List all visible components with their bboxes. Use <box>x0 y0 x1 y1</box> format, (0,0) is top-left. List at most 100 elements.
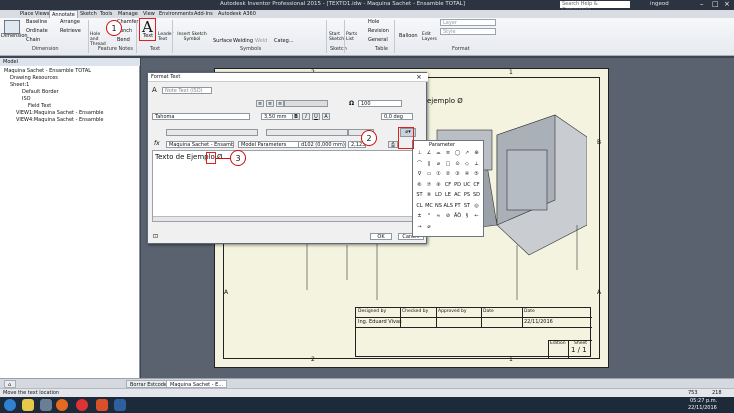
layer-dropdown[interactable]: Layer <box>440 19 496 26</box>
dimension-button[interactable]: Dimension <box>1 33 28 39</box>
hole-thread-button[interactable]: Hole and Thread <box>90 32 108 47</box>
inventor-icon[interactable] <box>96 399 108 411</box>
symbol-cell[interactable]: ④ <box>463 170 472 179</box>
scale-field[interactable]: 100 <box>358 100 402 107</box>
symbol-cell[interactable]: ALS <box>444 202 453 211</box>
dialog-close-icon[interactable]: × <box>416 73 422 81</box>
general-table-button[interactable]: General <box>368 37 388 43</box>
symbol-cell[interactable]: LD <box>434 191 443 200</box>
tree-item[interactable]: VIEW1:Maquina Sachet - Ensamble <box>16 110 103 116</box>
bold-button[interactable]: B <box>292 113 300 120</box>
symbol-cell[interactable]: AC <box>453 191 462 200</box>
symbol-cell[interactable]: ⟂ <box>472 160 481 169</box>
chain-button[interactable]: Chain <box>26 37 40 43</box>
symbol-cell[interactable]: ③ <box>453 170 462 179</box>
explorer-icon[interactable] <box>22 399 34 411</box>
tree-item[interactable]: Drawing Resources <box>10 75 58 81</box>
symbol-cell[interactable]: ↗ <box>463 149 472 158</box>
rotation-field[interactable]: 0,0 deg <box>381 113 413 120</box>
insert-sketch-symbol-button[interactable]: Insert Sketch Symbol <box>174 32 210 42</box>
tree-item[interactable]: ISO <box>22 96 31 102</box>
dimension-icon[interactable] <box>4 20 20 34</box>
symbol-cell[interactable]: NS <box>434 202 443 211</box>
close-icon[interactable]: × <box>724 0 730 8</box>
symbol-cell[interactable]: ⌒ <box>415 160 424 169</box>
revision-table-button[interactable]: Revision <box>368 28 389 34</box>
italic-button[interactable]: I <box>302 113 310 120</box>
symbol-cell[interactable]: PS <box>463 191 472 200</box>
symbol-cell[interactable]: ± <box>415 212 424 221</box>
home-tab[interactable]: ⌂ <box>4 380 16 388</box>
doc-tab[interactable]: Borrar Estcode <box>126 380 172 388</box>
tree-item[interactable]: Default Border <box>22 89 59 95</box>
help-icon[interactable]: ⊡ <box>153 233 158 240</box>
tab-view[interactable]: View <box>141 10 157 18</box>
parts-list-button[interactable]: Parts List <box>346 32 358 42</box>
app-icon[interactable] <box>40 399 52 411</box>
symbol-cell[interactable]: ÄÖ <box>453 212 462 221</box>
symbol-cell[interactable]: PD <box>453 181 462 190</box>
symbol-cell[interactable]: PT <box>453 202 462 211</box>
symbol-cell[interactable]: CF <box>472 181 481 190</box>
symbol-cell[interactable]: UC <box>463 181 472 190</box>
horizontal-scrollbar[interactable] <box>153 216 425 221</box>
tree-item[interactable]: Sheet:1 <box>10 82 29 88</box>
tree-item[interactable]: VIEW4:Maquina Sachet - Ensamble <box>16 117 103 123</box>
source-dropdown[interactable]: Model Parameters <box>238 141 302 148</box>
symbol-cell[interactable]: ◯ <box>453 149 462 158</box>
style-dropdown[interactable]: Style <box>440 28 496 35</box>
strikethrough-button[interactable]: A <box>322 113 330 120</box>
symbol-cell[interactable]: ST <box>463 202 472 211</box>
symbol-cell[interactable]: ② <box>444 170 453 179</box>
align-right-icon[interactable]: ≡ <box>276 100 284 107</box>
bend-button[interactable]: Bend <box>117 37 130 43</box>
add-parameter-icon[interactable]: ⎙ <box>388 141 398 148</box>
tab-sketch[interactable]: Sketch <box>78 10 99 18</box>
symbol-cell[interactable]: ⌀ <box>425 223 434 232</box>
text-edit-area[interactable]: Texto de Ejemplo Ø <box>152 150 426 222</box>
symbol-cell[interactable]: ⊕ <box>472 149 481 158</box>
word-icon[interactable] <box>114 399 126 411</box>
symbol-cell[interactable]: ⑧ <box>425 191 434 200</box>
minimize-icon[interactable]: – <box>700 0 704 8</box>
underline-button[interactable]: U <box>312 113 320 120</box>
symbol-cell[interactable]: ≡ <box>444 149 453 158</box>
symbol-cell[interactable]: CL <box>415 202 424 211</box>
balloon-button[interactable]: Balloon <box>399 33 418 39</box>
surface-button[interactable]: Surface <box>213 38 232 44</box>
symbol-cell[interactable]: □ <box>444 160 453 169</box>
symbol-cell[interactable]: ST <box>415 191 424 200</box>
spacing-field[interactable] <box>284 100 328 107</box>
symbol-cell[interactable]: MC <box>425 202 434 211</box>
component-dropdown[interactable]: Maquina Sachet - Ensamble TOTA <box>166 141 234 148</box>
symbol-cell[interactable]: LE <box>444 191 453 200</box>
welding-button[interactable]: Welding <box>233 38 253 44</box>
omega-icon[interactable]: Ω <box>349 100 354 107</box>
ordinate-button[interactable]: Ordinate <box>26 28 48 34</box>
parameter-dropdown[interactable]: d102 (0,000 mm) <box>298 141 346 148</box>
type-dropdown[interactable] <box>166 129 258 136</box>
edit-layers-button[interactable]: Edit Layers <box>422 32 437 42</box>
ok-button[interactable]: OK <box>370 233 392 240</box>
symbol-cell[interactable]: ∠ <box>425 149 434 158</box>
symbol-cell[interactable]: ⑦ <box>425 181 434 190</box>
symbol-cell[interactable]: SD <box>472 191 481 200</box>
user-name[interactable]: ingeod <box>650 1 669 7</box>
retrieve-button[interactable]: Retrieve <box>60 28 81 34</box>
arrange-button[interactable]: Arrange <box>60 19 80 25</box>
symbol-cell[interactable]: ⑤ <box>472 170 481 179</box>
symbol-cell[interactable]: ≈ <box>434 212 443 221</box>
symbol-cell[interactable]: ° <box>425 212 434 221</box>
leader-text-button[interactable]: Leader Text <box>158 32 173 42</box>
align-left-icon[interactable]: ≡ <box>256 100 264 107</box>
search-input[interactable]: Search Help & Commands... <box>560 1 630 13</box>
symbol-cell[interactable]: CF <box>444 181 453 190</box>
preview-text[interactable]: ejemplo Ø <box>427 97 463 105</box>
maximize-icon[interactable]: □ <box>712 0 719 8</box>
tree-item[interactable]: Maquina Sachet - Ensamble TOTAL <box>4 68 91 74</box>
tab-environments[interactable]: Environments <box>157 10 196 18</box>
symbol-palette[interactable]: Parameter ⊥ ∠ ⌓ ≡ ◯ ↗ ⊕ ⌒ ∥ ⌀ □ ⊙ ◇ ⟂ ∇ ▭ ① ② ③ ④ ⑤ ⑥ ⑦ ⑧ CF PD UC… <box>412 140 484 237</box>
tab-tools[interactable]: Tools <box>98 10 114 18</box>
tree-item[interactable]: Field Text <box>28 103 51 109</box>
symbol-cell[interactable]: ⑧ <box>434 181 443 190</box>
